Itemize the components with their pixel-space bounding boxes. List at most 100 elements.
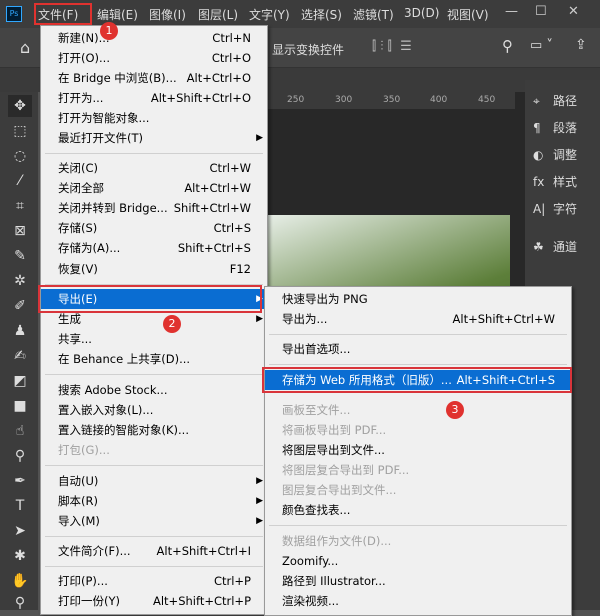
panel-channels[interactable]: ☘ 通道 <box>533 238 577 255</box>
show-transform-controls[interactable]: 显示变换控件 <box>272 41 344 58</box>
menu-separator <box>45 153 263 154</box>
eyedropper-icon[interactable]: ✎ <box>8 245 32 267</box>
align-icons[interactable]: ⫿ ⫶ ⫿ ☰ <box>372 39 412 54</box>
menu-item[interactable]: 在 Bridge 中浏览(B)... Alt+Ctrl+O <box>41 68 267 88</box>
zoom-tool-icon[interactable]: ⚲ <box>8 592 32 614</box>
type-tool-icon[interactable]: T <box>8 495 32 517</box>
menu-item[interactable]: 导出为... Alt+Shift+Ctrl+W <box>265 309 571 329</box>
menu-type[interactable]: 文字(Y) <box>249 6 290 23</box>
menu-item-shortcut: Alt+Shift+Ctrl+W <box>452 312 555 326</box>
history-brush-icon[interactable]: ✍ <box>8 345 32 367</box>
smudge-icon[interactable]: ☝ <box>8 420 32 442</box>
menu-image[interactable]: 图像(I) <box>149 6 186 23</box>
menu-item[interactable]: 关闭并转到 Bridge... Shift+Ctrl+W <box>41 198 267 218</box>
menu-item[interactable]: 文件简介(F)... Alt+Shift+Ctrl+I <box>41 541 267 561</box>
menu-item-label: 快速导出为 PNG <box>282 292 368 306</box>
search-icon[interactable]: ⚲ <box>502 37 513 55</box>
crop-tool-icon[interactable]: ⌗ <box>8 195 32 217</box>
workspace-icon[interactable]: ▭ ˅ <box>530 38 553 53</box>
panel-label: 样式 <box>553 175 578 189</box>
menu-item-label: 将图层复合导出到 PDF... <box>282 463 410 477</box>
pen-tool-icon[interactable]: ✒ <box>8 470 32 492</box>
stamp-tool-icon[interactable]: ♟ <box>8 320 32 342</box>
menu-item[interactable]: 打开(O)... Ctrl+O <box>41 48 267 68</box>
panel-adjustments[interactable]: ◐ 调整 <box>533 146 577 163</box>
menu-layer[interactable]: 图层(L) <box>198 6 238 23</box>
minimize-button[interactable]: — <box>505 4 518 19</box>
menu-item[interactable]: 搜索 Adobe Stock... <box>41 380 267 400</box>
menu-item[interactable]: 最近打开文件(T) ▶ <box>41 128 267 148</box>
menu-item[interactable]: 自动(U) ▶ <box>41 471 267 491</box>
menu-item[interactable]: 导出首选项... <box>265 339 571 359</box>
close-button[interactable]: ✕ <box>568 4 579 19</box>
menu-item-label: 存储为(A)... <box>58 241 121 255</box>
menu-edit[interactable]: 编辑(E) <box>97 6 138 23</box>
menu-item[interactable]: 置入嵌入对象(L)... <box>41 400 267 420</box>
menu-item[interactable]: 导入(M) ▶ <box>41 511 267 531</box>
gradient-icon[interactable]: ■ <box>8 395 32 417</box>
shape-tool-icon[interactable]: ✱ <box>8 545 32 567</box>
export-annotation-box <box>38 285 262 313</box>
menu-item[interactable]: 打印(P)... Ctrl+P <box>41 571 267 591</box>
menu-item[interactable]: 颜色查找表... <box>265 500 571 520</box>
menu-separator <box>45 374 263 375</box>
maximize-button[interactable]: ☐ <box>535 4 547 19</box>
ruler-label: 450 <box>478 95 496 105</box>
hand-tool-icon[interactable]: ✋ <box>8 570 32 592</box>
move-tool-icon[interactable]: ✥ <box>8 95 32 117</box>
path-select-icon[interactable]: ➤ <box>8 520 32 542</box>
healing-brush-icon[interactable]: ✲ <box>8 270 32 292</box>
eraser-icon[interactable]: ◩ <box>8 370 32 392</box>
menu-item[interactable]: 将图层导出到文件... <box>265 440 571 460</box>
dodge-icon[interactable]: ⚲ <box>8 445 32 467</box>
menu-item-label: 文件简介(F)... <box>58 544 131 558</box>
menu-item[interactable]: 存储为(A)... Shift+Ctrl+S <box>41 238 267 258</box>
menu-item[interactable]: 路径到 Illustrator... <box>265 571 571 591</box>
menu-3d[interactable]: 3D(D) <box>404 6 439 20</box>
panel-character[interactable]: A| 字符 <box>533 200 577 217</box>
menu-item-label: 导出为... <box>282 312 328 326</box>
panel-label: 路径 <box>553 94 578 108</box>
menu-item[interactable]: 关闭全部 Alt+Ctrl+W <box>41 178 267 198</box>
menu-item-label: 脚本(R) <box>58 494 98 508</box>
menu-filter[interactable]: 滤镜(T) <box>353 6 394 23</box>
menu-item[interactable]: 在 Behance 上共享(D)... <box>41 349 267 369</box>
menu-item-shortcut: Shift+Ctrl+S <box>177 241 251 255</box>
menu-item[interactable]: 共享... <box>41 329 267 349</box>
menu-item-label: 关闭全部 <box>58 181 104 195</box>
menu-item-label: 将图层导出到文件... <box>282 443 385 457</box>
menu-item[interactable]: 打开为智能对象... <box>41 108 267 128</box>
marquee-tool-icon[interactable]: ⬚ <box>8 120 32 142</box>
panel-paragraph[interactable]: ¶ 段落 <box>533 119 577 136</box>
menu-item[interactable]: 存储(S) Ctrl+S <box>41 218 267 238</box>
menu-item[interactable]: Zoomify... <box>265 551 571 571</box>
menu-item[interactable]: 打印一份(Y) Alt+Shift+Ctrl+P <box>41 591 267 611</box>
menu-item[interactable]: 脚本(R) ▶ <box>41 491 267 511</box>
magic-wand-icon[interactable]: ⁄ <box>8 170 32 192</box>
menu-view[interactable]: 视图(V) <box>447 6 489 23</box>
menu-item-label: Zoomify... <box>282 554 339 568</box>
menu-item[interactable]: 快速导出为 PNG <box>265 289 571 309</box>
menu-item: 打包(G)... <box>41 440 267 460</box>
menu-item[interactable]: 关闭(C) Ctrl+W <box>41 158 267 178</box>
menu-item-label: 在 Bridge 中浏览(B)... <box>58 71 177 85</box>
menu-item[interactable]: 打开为... Alt+Shift+Ctrl+O <box>41 88 267 108</box>
share-icon[interactable]: ⇪ <box>575 37 587 53</box>
menu-item[interactable]: 新建(N)... Ctrl+N <box>41 28 267 48</box>
menu-select[interactable]: 选择(S) <box>301 6 342 23</box>
menu-item[interactable]: 置入链接的智能对象(K)... <box>41 420 267 440</box>
menu-item[interactable]: 恢复(V) F12 <box>41 259 267 279</box>
home-icon[interactable]: ⌂ <box>20 38 30 57</box>
panel-label: 字符 <box>553 202 578 216</box>
menu-item[interactable]: 渲染视频... <box>265 591 571 611</box>
menu-item: 将图层复合导出到 PDF... <box>265 460 571 480</box>
frame-tool-icon[interactable]: ⊠ <box>8 220 32 242</box>
lasso-tool-icon[interactable]: ◌ <box>8 145 32 167</box>
panel-styles[interactable]: fx 样式 <box>533 173 577 190</box>
brush-tool-icon[interactable]: ✐ <box>8 295 32 317</box>
panel-paths[interactable]: ⌖ 路径 <box>533 92 577 109</box>
menu-item-label: 路径到 Illustrator... <box>282 574 386 588</box>
tools-panel: ✥ ⬚ ◌ ⁄ ⌗ ⊠ ✎ ✲ ✐ ♟ ✍ ◩ ■ ☝ ⚲ ✒ T ➤ ✱ ✋ … <box>0 92 38 611</box>
panel-label: 通道 <box>553 240 578 254</box>
menu-item-label: 打开(O)... <box>58 51 110 65</box>
